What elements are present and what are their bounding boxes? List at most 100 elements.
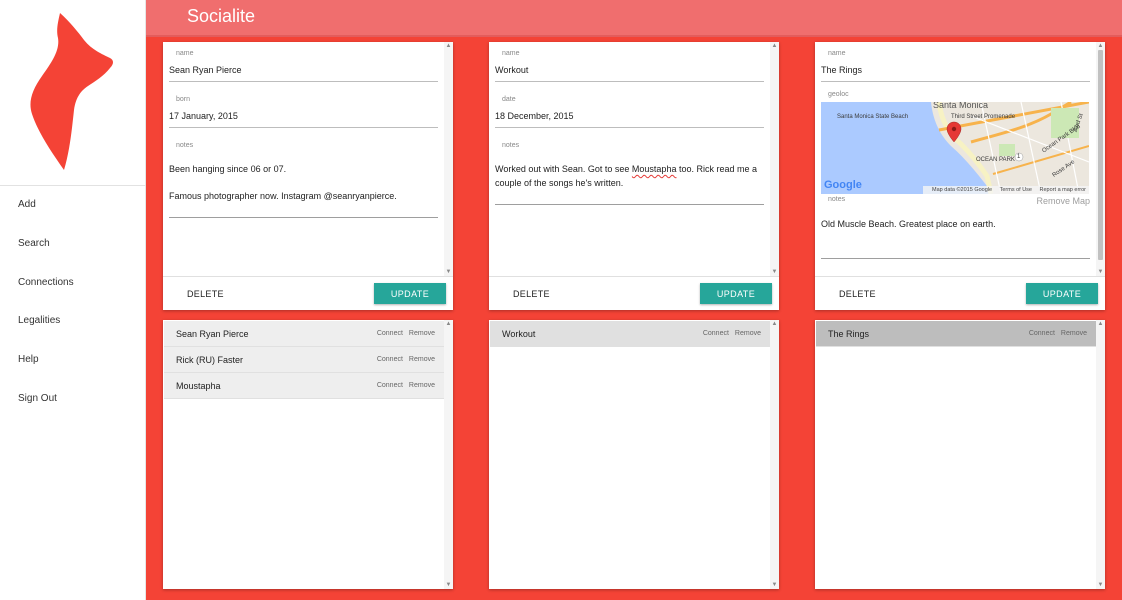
date-label: date: [502, 96, 516, 103]
name-label: name: [828, 50, 846, 57]
notes-text: Worked out with Sean. Got to see: [495, 164, 632, 174]
sidebar-item-search[interactable]: Search: [0, 225, 146, 264]
list-item[interactable]: Rick (RU) Faster Connect Remove: [164, 347, 444, 373]
remove-button[interactable]: Remove: [409, 382, 435, 389]
scroll-up-icon[interactable]: ▲: [770, 320, 779, 328]
name-label: name: [502, 50, 520, 57]
scrollbar[interactable]: ▲ ▼: [1096, 42, 1105, 276]
name-input[interactable]: The Rings: [821, 65, 1090, 82]
person-form: name Sean Ryan Pierce born 17 January, 2…: [163, 42, 444, 276]
map-label-route-1: 1: [1017, 154, 1021, 160]
name-field: name The Rings: [821, 50, 1090, 82]
sidebar: Add Search Connections Legalities Help S…: [0, 0, 146, 600]
terms-link[interactable]: Terms of Use: [1000, 187, 1032, 193]
map[interactable]: Santa Monica Santa Monica State Beach Th…: [821, 102, 1089, 194]
scroll-up-icon[interactable]: ▲: [770, 42, 779, 50]
person-card: name Sean Ryan Pierce born 17 January, 2…: [163, 42, 453, 310]
delete-button[interactable]: DELETE: [187, 289, 224, 299]
scrollbar[interactable]: ▲ ▼: [770, 42, 779, 276]
sidebar-item-help[interactable]: Help: [0, 341, 146, 380]
list-item[interactable]: Moustapha Connect Remove: [164, 373, 444, 399]
places-list: The Rings Connect Remove ▲ ▼: [815, 320, 1105, 589]
remove-button[interactable]: Remove: [735, 330, 761, 337]
notes-line: Famous photographer now. Instagram @sean…: [169, 190, 397, 201]
place-form: name The Rings geoloc Santa Monica Santa…: [815, 42, 1096, 276]
events-list: Workout Connect Remove ▲ ▼: [489, 320, 779, 589]
scroll-down-icon[interactable]: ▼: [444, 581, 453, 589]
scroll-down-icon[interactable]: ▼: [1096, 268, 1105, 276]
list-item[interactable]: Workout Connect Remove: [490, 321, 770, 347]
delete-button[interactable]: DELETE: [839, 289, 876, 299]
list-items: Workout Connect Remove: [490, 321, 770, 347]
update-button[interactable]: UPDATE: [700, 283, 772, 304]
scroll-down-icon[interactable]: ▼: [444, 268, 453, 276]
update-button[interactable]: UPDATE: [1026, 283, 1098, 304]
notes-label: notes: [502, 142, 520, 149]
sidebar-item-legalities[interactable]: Legalities: [0, 302, 146, 341]
born-input[interactable]: 17 January, 2015: [169, 111, 438, 128]
notes-textarea[interactable]: Old Muscle Beach. Greatest place on eart…: [821, 218, 1090, 259]
list-item-actions: Connect Remove: [371, 373, 435, 399]
name-field: name Sean Ryan Pierce: [169, 50, 438, 82]
update-button[interactable]: UPDATE: [374, 283, 446, 304]
sidebar-item-sign-out[interactable]: Sign Out: [0, 380, 146, 419]
delete-button[interactable]: DELETE: [513, 289, 550, 299]
scroll-up-icon[interactable]: ▲: [444, 42, 453, 50]
scrollbar[interactable]: ▲ ▼: [444, 42, 453, 276]
notes-line: Old Muscle Beach. Greatest place on eart…: [821, 219, 996, 229]
notes-textarea[interactable]: Been hanging since 06 or 07. Famous phot…: [169, 163, 438, 218]
born-label: born: [176, 96, 191, 103]
scroll-up-icon[interactable]: ▲: [1096, 42, 1105, 50]
report-error-link[interactable]: Report a map error: [1040, 187, 1086, 193]
card-actions: DELETE UPDATE: [163, 276, 453, 310]
map-label-ocean-park: OCEAN PARK: [976, 157, 1015, 163]
connect-button[interactable]: Connect: [377, 330, 403, 337]
card-actions: DELETE UPDATE: [489, 276, 779, 310]
map-footer: Map data ©2015 Google Terms of Use Repor…: [923, 186, 1089, 194]
geoloc-field: geoloc: [821, 91, 1090, 98]
scroll-down-icon[interactable]: ▼: [1096, 581, 1105, 589]
sidebar-item-connections[interactable]: Connections: [0, 264, 146, 303]
notes-line: Worked out with Sean. Got to see Moustap…: [495, 163, 764, 190]
name-input[interactable]: Workout: [495, 65, 764, 82]
name-input[interactable]: Sean Ryan Pierce: [169, 65, 438, 82]
born-field: born 17 January, 2015: [169, 96, 438, 128]
list-item-label: The Rings: [828, 329, 870, 339]
connect-button[interactable]: Connect: [703, 330, 729, 337]
scroll-up-icon[interactable]: ▲: [1096, 320, 1105, 328]
people-list: Sean Ryan Pierce Connect Remove Rick (RU)…: [163, 320, 453, 589]
scroll-down-icon[interactable]: ▼: [770, 268, 779, 276]
list-items: The Rings Connect Remove: [816, 321, 1096, 347]
notes-line: Been hanging since 06 or 07.: [169, 164, 287, 174]
list-item-actions: Connect Remove: [697, 321, 761, 347]
place-card: name The Rings geoloc Santa Monica Santa…: [815, 42, 1105, 310]
remove-map-button[interactable]: Remove Map: [1036, 196, 1090, 206]
scrollbar[interactable]: ▲ ▼: [444, 320, 453, 589]
connect-button[interactable]: Connect: [1029, 330, 1055, 337]
connect-button[interactable]: Connect: [377, 382, 403, 389]
date-input[interactable]: 18 December, 2015: [495, 111, 764, 128]
geoloc-label: geoloc: [828, 91, 849, 98]
remove-button[interactable]: Remove: [409, 330, 435, 337]
remove-button[interactable]: Remove: [409, 356, 435, 363]
scroll-up-icon[interactable]: ▲: [444, 320, 453, 328]
notes-textarea[interactable]: Worked out with Sean. Got to see Moustap…: [495, 163, 764, 205]
list-item-label: Moustapha: [176, 381, 221, 391]
scroll-down-icon[interactable]: ▼: [770, 581, 779, 589]
map-label-beach: Santa Monica State Beach: [837, 114, 909, 120]
scrollbar[interactable]: ▲ ▼: [770, 320, 779, 589]
event-form: name Workout date 18 December, 2015 note…: [489, 42, 770, 276]
scrollbar[interactable]: ▲ ▼: [1096, 320, 1105, 589]
sidebar-item-add[interactable]: Add: [0, 186, 146, 225]
remove-button[interactable]: Remove: [1061, 330, 1087, 337]
list-item[interactable]: The Rings Connect Remove: [816, 321, 1096, 347]
connect-button[interactable]: Connect: [377, 356, 403, 363]
scroll-thumb[interactable]: [1098, 50, 1103, 260]
sidebar-nav: Add Search Connections Legalities Help S…: [0, 186, 146, 419]
main-area: name Sean Ryan Pierce born 17 January, 2…: [146, 37, 1122, 600]
map-label-city: Santa Monica: [933, 102, 989, 110]
list-item-actions: Connect Remove: [371, 321, 435, 347]
misspelled-word: Moustapha: [631, 164, 677, 174]
list-item-label: Sean Ryan Pierce: [176, 329, 249, 339]
list-item[interactable]: Sean Ryan Pierce Connect Remove: [164, 321, 444, 347]
